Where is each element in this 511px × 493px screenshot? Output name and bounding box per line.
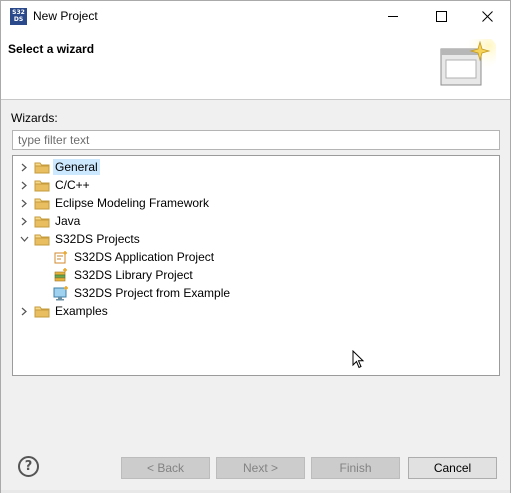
expand-chevron-icon[interactable] (19, 212, 29, 230)
maximize-button[interactable] (418, 1, 464, 31)
close-button[interactable] (464, 1, 510, 31)
help-button[interactable]: ? (18, 456, 39, 477)
expand-chevron-icon[interactable] (19, 176, 29, 194)
tree-item-label: Examples (55, 304, 108, 318)
tree-item-label: S32DS Project from Example (74, 286, 231, 300)
tree-item-s32ds-library-project[interactable]: S32DS Library Project (53, 266, 195, 284)
example-project-icon (53, 285, 69, 301)
folder-icon (34, 195, 50, 211)
new-project-dialog: S32 DS New Project Select a wizard Wizar… (0, 0, 511, 493)
folder-icon (34, 177, 50, 193)
page-title: Select a wizard (8, 42, 95, 56)
expand-chevron-icon[interactable] (19, 302, 29, 320)
tree-item-label: S32DS Projects (55, 232, 140, 246)
folder-icon (34, 303, 50, 319)
filter-input[interactable] (12, 130, 500, 150)
tree-item-label: Eclipse Modeling Framework (55, 196, 210, 210)
new-wizard-banner-icon (440, 39, 496, 86)
folder-icon (34, 213, 50, 229)
minimize-button[interactable] (370, 1, 416, 31)
close-icon (481, 10, 493, 22)
tree-item-s32ds-project-from-example[interactable]: S32DS Project from Example (53, 284, 232, 302)
window-title: New Project (33, 9, 98, 23)
tree-item-examples[interactable]: Examples (19, 302, 110, 320)
help-icon: ? (24, 459, 33, 474)
finish-button[interactable]: Finish (311, 457, 400, 479)
next-button[interactable]: Next > (216, 457, 305, 479)
tree-item-emf[interactable]: Eclipse Modeling Framework (19, 194, 211, 212)
tree-item-label: General (53, 159, 100, 175)
expand-chevron-icon[interactable] (19, 194, 29, 212)
maximize-icon (435, 10, 447, 22)
tree-item-label: Java (55, 214, 81, 228)
tree-item-s32ds-application-project[interactable]: S32DS Application Project (53, 248, 216, 266)
collapse-chevron-icon[interactable] (19, 230, 29, 248)
tree-item-label: S32DS Library Project (74, 268, 193, 282)
back-button[interactable]: < Back (121, 457, 210, 479)
minimize-icon (388, 16, 398, 17)
mouse-cursor-icon (352, 350, 365, 369)
tree-item-label: C/C++ (55, 178, 90, 192)
cancel-button[interactable]: Cancel (408, 457, 497, 479)
folder-icon (34, 159, 50, 175)
wizard-header: Select a wizard (1, 31, 510, 100)
tree-item-label: S32DS Application Project (74, 250, 215, 264)
application-project-icon (53, 249, 69, 265)
title-bar[interactable]: S32 DS New Project (1, 1, 510, 31)
library-project-icon (53, 267, 69, 283)
tree-item-java[interactable]: Java (19, 212, 82, 230)
tree-item-cpp[interactable]: C/C++ (19, 176, 92, 194)
tree-item-general[interactable]: General (19, 158, 100, 176)
s32ds-app-icon: S32 DS (10, 8, 27, 25)
wizard-tree[interactable]: General C/C++ Eclipse Modeling Framework (12, 155, 500, 376)
tree-item-s32ds-projects[interactable]: S32DS Projects (19, 230, 142, 248)
expand-chevron-icon[interactable] (19, 158, 29, 176)
wizards-label: Wizards: (11, 111, 58, 125)
folder-open-icon (34, 231, 50, 247)
